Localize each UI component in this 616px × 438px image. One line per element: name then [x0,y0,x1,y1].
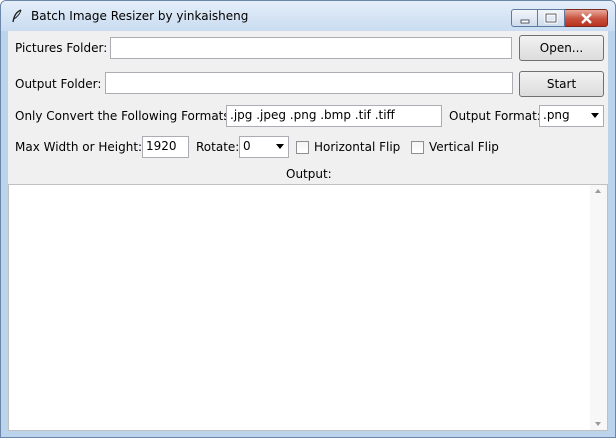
close-button[interactable] [565,9,608,27]
open-button[interactable]: Open... [519,35,604,61]
app-window: Batch Image Resizer by yinkaisheng Pictu… [0,0,616,438]
dropdown-arrow-icon [591,113,599,118]
horizontal-flip-label[interactable]: Horizontal Flip [314,140,400,154]
minimize-icon [520,19,530,24]
output-textarea[interactable] [8,184,608,431]
vertical-flip-label[interactable]: Vertical Flip [429,140,499,154]
horizontal-flip-checkbox[interactable] [296,141,309,154]
maximize-button[interactable] [538,9,565,27]
close-icon [581,13,592,24]
rotate-value: 0 [243,139,251,153]
rotate-label: Rotate: [196,140,240,154]
vertical-scrollbar[interactable] [590,185,607,430]
scroll-up-icon[interactable] [595,189,601,193]
start-button[interactable]: Start [519,71,604,97]
pictures-folder-label: Pictures Folder: [15,41,108,55]
output-label: Output: [286,167,332,181]
maximize-icon [544,12,558,24]
feather-icon [11,9,23,23]
max-size-label: Max Width or Height: [15,140,143,154]
output-folder-input[interactable] [105,72,513,94]
formats-label: Only Convert the Following Formats: [15,109,234,123]
output-folder-label: Output Folder: [15,77,102,91]
dropdown-arrow-icon [276,144,284,149]
vertical-flip-checkbox[interactable] [411,141,424,154]
pictures-folder-input[interactable] [110,37,512,59]
output-format-value: .png [543,108,570,122]
rotate-select[interactable]: 0 [239,136,289,158]
minimize-button[interactable] [511,9,538,27]
formats-input[interactable]: .jpg .jpeg .png .bmp .tif .tiff [226,105,442,127]
main-panel: Pictures Folder: Open... Output Folder: … [8,31,608,431]
output-format-label: Output Format: [449,109,541,123]
max-size-input[interactable]: 1920 [142,136,189,158]
window-title: Batch Image Resizer by yinkaisheng [31,9,249,23]
title-bar[interactable]: Batch Image Resizer by yinkaisheng [1,1,615,31]
output-format-select[interactable]: .png [539,105,604,127]
scroll-down-icon[interactable] [595,422,601,426]
